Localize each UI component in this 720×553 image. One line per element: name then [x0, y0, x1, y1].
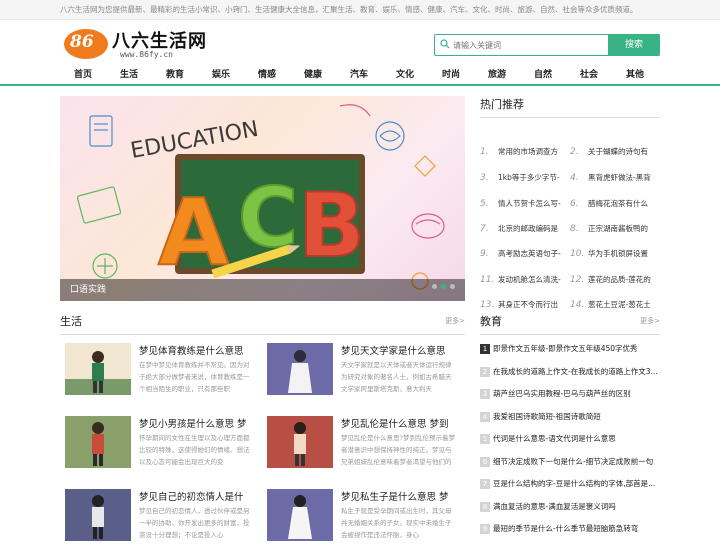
article-excerpt: 天文学家就是以天体或者天体运行规律为研究对象的著名人士，例如古希腊天文学家阿里斯… — [341, 361, 452, 393]
article-card[interactable]: 梦见体育教练是什么意思 在梦中梦见体育教练并不常见。因为对于绝大部分做梦者来说，… — [65, 343, 253, 407]
article-thumbnail — [65, 416, 131, 468]
article-card[interactable]: 梦见乱伦是什么意思 梦到 梦见乱伦是什么意思?梦到乱伦预示着梦者潜意识中想保持神… — [267, 416, 455, 480]
nav-item-health[interactable]: 健康 — [290, 64, 336, 86]
list-item[interactable]: 9 最短的季节是什么-什么季节最短脑筋急转弯 — [480, 518, 660, 541]
article-card[interactable]: 梦见私生子是什么意思 梦 私生子就是受孕期间或出生时，其父母并无婚姻关系的子女。… — [267, 489, 455, 553]
article-thumbnail — [267, 489, 333, 541]
hot-item[interactable]: 8. 正宗湖南酱板鸭的 — [570, 219, 660, 239]
hot-item[interactable]: 14. 葱花土豆泥-葱花土 — [570, 295, 660, 315]
logo-number: 86 — [70, 32, 94, 52]
article-title[interactable]: 梦见乱伦是什么意思 梦到 — [341, 416, 455, 430]
nav-item-fashion[interactable]: 时尚 — [428, 64, 474, 86]
search-icon — [440, 39, 450, 49]
list-item[interactable]: 3 葫芦丝巴乌实用教程-巴乌与葫芦丝的区别 — [480, 383, 660, 406]
article-title[interactable]: 梦见体育教练是什么意思 — [139, 343, 253, 357]
search-box: 搜索 — [434, 34, 660, 56]
header: 86 八六生活网 www.86fy.cn 搜索 — [0, 20, 720, 64]
article-title[interactable]: 梦见小男孩是什么意思 梦 — [139, 416, 253, 430]
banner-slider[interactable]: EDUCATION A C B 口语实践 — [60, 96, 465, 301]
article-excerpt: 私生子就是受孕期间或出生时，其父母并无婚姻关系的子女。现实中未婚生子会被视作是违… — [341, 507, 452, 539]
hot-recommend-title: 热门推荐 — [480, 96, 660, 118]
site-logo[interactable]: 86 八六生活网 www.86fy.cn — [64, 26, 214, 64]
list-item[interactable]: 5 代词是什么意思-语文代词是什么意思 — [480, 428, 660, 451]
search-button[interactable]: 搜索 — [608, 34, 660, 56]
nav-item-other[interactable]: 其他 — [612, 64, 658, 86]
banner-caption[interactable]: 口语实践 — [60, 279, 465, 301]
education-section-header: 教育 更多> — [480, 313, 660, 335]
nav-item-society[interactable]: 社会 — [566, 64, 612, 86]
banner-illustration: EDUCATION A C B — [76, 104, 445, 290]
hot-item[interactable]: 6. 腊梅花泡茶有什么 — [570, 194, 660, 214]
hot-item[interactable]: 1. 常用的市场调查方 — [480, 142, 570, 162]
nav-item-emotion[interactable]: 情感 — [244, 64, 290, 86]
education-list: 1 即景作文五年级-即景作文五年级450字优秀 2 在我成长的道路上作文-在我成长的… — [480, 338, 660, 541]
logo-url: www.86fy.cn — [120, 50, 173, 59]
list-item[interactable]: 8 满血复活的意思-满血复活是褒义词吗 — [480, 496, 660, 519]
article-excerpt: 在梦中梦见体育教练并不常见。因为对于绝大部分做梦者来说，体育教练是一个相当陌生的… — [139, 361, 250, 393]
article-title[interactable]: 梦见天文学家是什么意思 — [341, 343, 455, 357]
nav-item-entertainment[interactable]: 娱乐 — [198, 64, 244, 86]
nav-item-culture[interactable]: 文化 — [382, 64, 428, 86]
life-more-link[interactable]: 更多> — [445, 316, 465, 326]
hot-item[interactable]: 3. 1kb等于多少字节- — [480, 168, 570, 188]
hot-item[interactable]: 11. 发动机舱怎么清洗- — [480, 270, 570, 290]
article-excerpt: 怀孕期间的女性在生理以及心理方面都比较的特殊，这使得她们的情绪、想法以及心态可能… — [139, 434, 250, 466]
list-item[interactable]: 6 细节决定成败下一句是什么-细节决定成败前一句 — [480, 451, 660, 474]
nav-item-auto[interactable]: 汽车 — [336, 64, 382, 86]
article-thumbnail — [65, 343, 131, 395]
article-title[interactable]: 梦见自己的初恋情人是什 — [139, 489, 253, 503]
article-excerpt: 梦见乱伦是什么意思?梦到乱伦预示着梦者潜意识中想保持神性的纯正。梦见与兄弟姐妹乱… — [341, 434, 455, 466]
nav-item-life[interactable]: 生活 — [106, 64, 152, 86]
hot-item[interactable]: 7. 北京的邮政编码是 — [480, 219, 570, 239]
nav-item-travel[interactable]: 旅游 — [474, 64, 520, 86]
slider-dot[interactable] — [450, 284, 455, 289]
list-item[interactable]: 1 即景作文五年级-即景作文五年级450字优秀 — [480, 338, 660, 361]
education-section-title: 教育 — [480, 315, 502, 328]
article-card[interactable]: 梦见天文学家是什么意思 天文学家就是以天体或者天体运行规律为研究对象的著名人士，… — [267, 343, 455, 407]
hot-item[interactable]: 4. 黑背虎虾做法-黑背 — [570, 168, 660, 188]
site-intro-bar: 八六生活网为您提供最新、最精彩的生活小常识、小窍门、生活健康大全信息，汇聚生活、… — [0, 0, 720, 20]
hot-item[interactable]: 5. 情人节贺卡怎么写- — [480, 194, 570, 214]
hot-item[interactable]: 12. 莲花的品质-莲花的 — [570, 270, 660, 290]
article-card[interactable]: 梦见自己的初恋情人是什 梦见自己的初恋情人，透过伙伴或是另一半的协助，你开发出更… — [65, 489, 253, 553]
hot-recommend: 热门推荐 1. 常用的市场调查方 2. 关于蝴蝶的诗句有 3. 1kb等于多少字节- … — [480, 96, 660, 310]
hot-item[interactable]: 10. 华为手机锁屏设置 — [570, 244, 660, 264]
hot-list: 1. 常用的市场调查方 2. 关于蝴蝶的诗句有 3. 1kb等于多少字节- 4. 黑背虎… — [480, 118, 660, 310]
main-nav: 首页 生活 教育 娱乐 情感 健康 汽车 文化 时尚 旅游 自然 社会 其他 — [0, 64, 720, 86]
article-card[interactable]: 梦见小男孩是什么意思 梦 怀孕期间的女性在生理以及心理方面都比较的特殊，这使得她… — [65, 416, 253, 480]
nav-item-education[interactable]: 教育 — [152, 64, 198, 86]
list-item[interactable]: 2 在我成长的道路上作文-在我成长的道路上作文3... — [480, 361, 660, 384]
education-more-link[interactable]: 更多> — [640, 316, 660, 326]
list-item[interactable]: 4 我爱祖国诗歌简短-祖国诗歌简短 — [480, 406, 660, 429]
life-section-header: 生活 更多> — [60, 313, 465, 335]
hot-item[interactable]: 2. 关于蝴蝶的诗句有 — [570, 142, 660, 162]
article-title[interactable]: 梦见私生子是什么意思 梦 — [341, 489, 455, 503]
article-thumbnail — [65, 489, 131, 541]
nav-item-nature[interactable]: 自然 — [520, 64, 566, 86]
life-section-title: 生活 — [60, 315, 82, 328]
article-thumbnail — [267, 343, 333, 395]
hot-item[interactable]: 9. 高考励志英语句子- — [480, 244, 570, 264]
article-excerpt: 梦见自己的初恋情人，透过伙伴或是另一半的协助，你开发出更多的财富，投资设十分理想… — [139, 507, 250, 539]
slider-dot-active[interactable] — [441, 284, 446, 289]
banner-letter-b: B — [298, 174, 365, 277]
search-input[interactable] — [453, 37, 603, 53]
slider-dots — [428, 274, 455, 293]
nav-item-home[interactable]: 首页 — [60, 64, 106, 86]
slider-dot[interactable] — [432, 284, 437, 289]
hot-item[interactable]: 13. 其身正不令而行出 — [480, 295, 570, 315]
article-thumbnail — [267, 416, 333, 468]
list-item[interactable]: 7 豆是什么结构的字-豆是什么结构的字体,部首是... — [480, 473, 660, 496]
